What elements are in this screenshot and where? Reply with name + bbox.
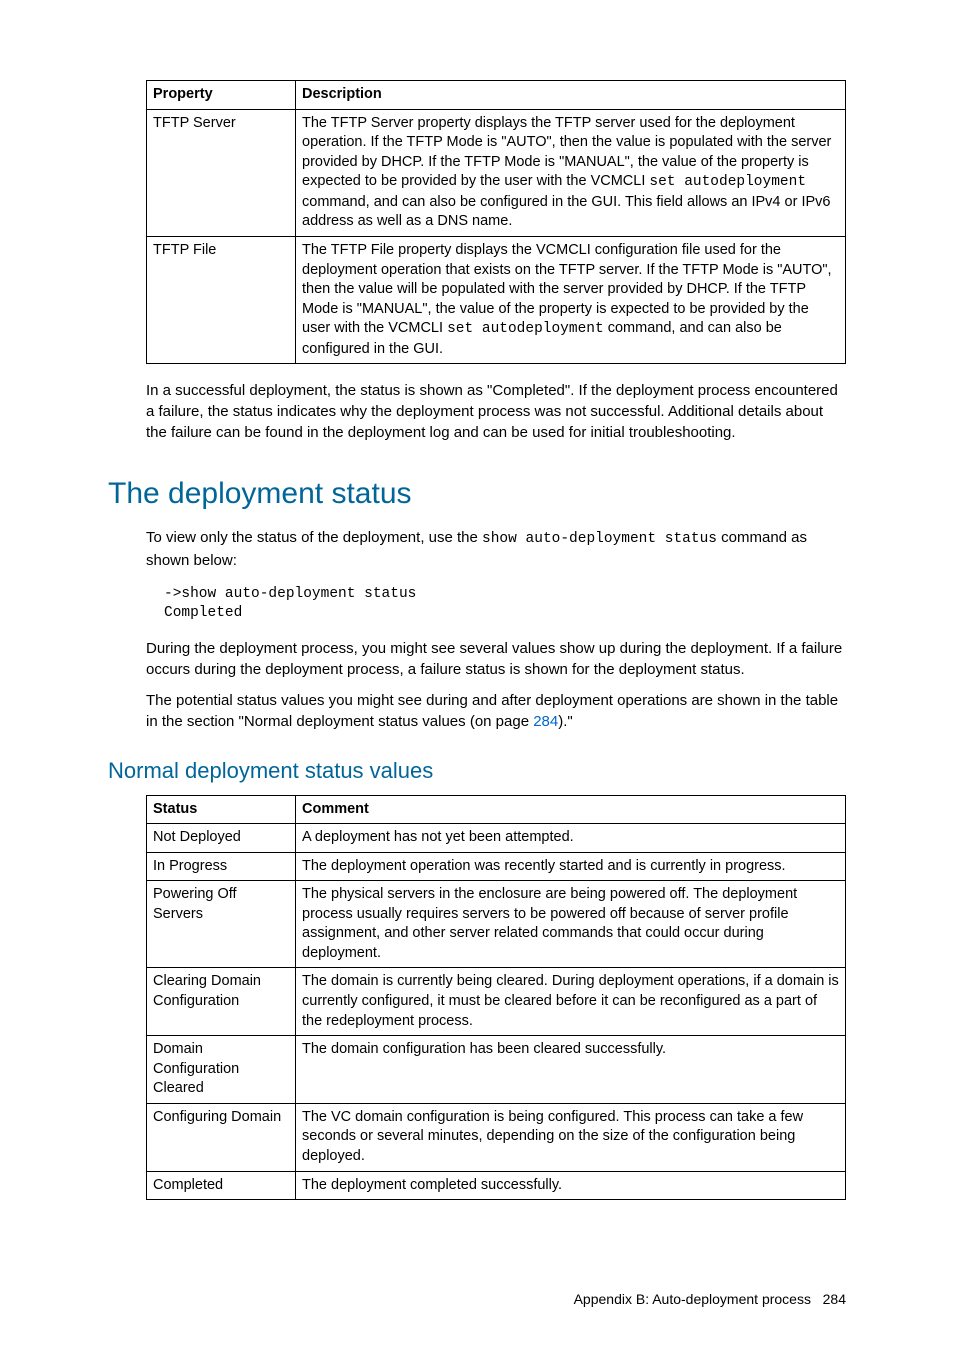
inline-code: set autodeployment	[447, 321, 604, 337]
cell-status: Configuring Domain	[147, 1103, 296, 1171]
paragraph: To view only the status of the deploymen…	[146, 527, 846, 570]
table-row: In ProgressThe deployment operation was …	[147, 852, 846, 881]
cell-comment: The domain is currently being cleared. D…	[296, 968, 846, 1036]
cell-description: The TFTP Server property displays the TF…	[296, 109, 846, 236]
footer-page-number: 284	[823, 1291, 846, 1307]
status-values-table: Status Comment Not DeployedA deployment …	[146, 795, 846, 1201]
cell-comment: The deployment completed successfully.	[296, 1171, 846, 1200]
cell-status: Not Deployed	[147, 824, 296, 853]
heading-1: The deployment status	[108, 473, 846, 515]
cell-comment: The VC domain configuration is being con…	[296, 1103, 846, 1171]
table-row: TFTP File The TFTP File property display…	[147, 236, 846, 363]
table-row: Clearing Domain ConfigurationThe domain …	[147, 968, 846, 1036]
table-row: TFTP Server The TFTP Server property dis…	[147, 109, 846, 236]
cell-status: In Progress	[147, 852, 296, 881]
inline-code: show auto-deployment status	[482, 531, 717, 547]
table-header-row: Property Description	[147, 81, 846, 110]
cell-property: TFTP File	[147, 236, 296, 363]
cell-status: Domain Configuration Cleared	[147, 1036, 296, 1104]
header-description: Description	[296, 81, 846, 110]
property-description-table: Property Description TFTP Server The TFT…	[146, 80, 846, 364]
table-header-row: Status Comment	[147, 795, 846, 824]
table-row: Domain Configuration ClearedThe domain c…	[147, 1036, 846, 1104]
cell-description: The TFTP File property displays the VCMC…	[296, 236, 846, 363]
paragraph: During the deployment process, you might…	[146, 638, 846, 680]
page-footer: Appendix B: Auto-deployment process 284	[108, 1290, 846, 1310]
header-status: Status	[147, 795, 296, 824]
table-row: Configuring DomainThe VC domain configur…	[147, 1103, 846, 1171]
footer-section: Appendix B: Auto-deployment process	[574, 1291, 811, 1307]
cell-status: Powering Off Servers	[147, 881, 296, 968]
code-block: ->show auto-deployment status Completed	[164, 585, 846, 624]
paragraph: In a successful deployment, the status i…	[146, 380, 846, 443]
table-row: CompletedThe deployment completed succes…	[147, 1171, 846, 1200]
header-comment: Comment	[296, 795, 846, 824]
table-row: Not DeployedA deployment has not yet bee…	[147, 824, 846, 853]
cell-comment: The domain configuration has been cleare…	[296, 1036, 846, 1104]
cell-comment: A deployment has not yet been attempted.	[296, 824, 846, 853]
cell-comment: The physical servers in the enclosure ar…	[296, 881, 846, 968]
paragraph: The potential status values you might se…	[146, 690, 846, 732]
page-link[interactable]: 284	[533, 713, 558, 730]
cell-property: TFTP Server	[147, 109, 296, 236]
header-property: Property	[147, 81, 296, 110]
cell-status: Clearing Domain Configuration	[147, 968, 296, 1036]
table-row: Powering Off ServersThe physical servers…	[147, 881, 846, 968]
cell-comment: The deployment operation was recently st…	[296, 852, 846, 881]
cell-status: Completed	[147, 1171, 296, 1200]
inline-code: set autodeployment	[649, 174, 806, 190]
heading-2: Normal deployment status values	[108, 756, 846, 787]
